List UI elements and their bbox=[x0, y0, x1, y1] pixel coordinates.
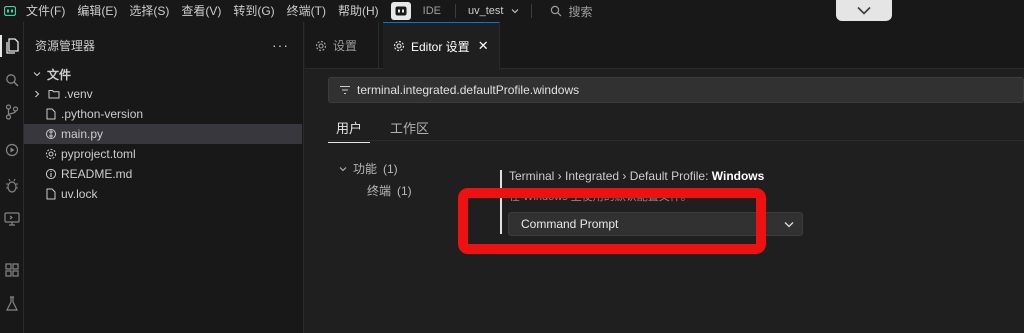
tree-item-pyproject[interactable]: pyproject.toml bbox=[24, 144, 302, 164]
tree-item-label: .venv bbox=[64, 87, 93, 101]
separator bbox=[531, 4, 533, 18]
tree-item-readme[interactable]: README.md bbox=[24, 164, 302, 184]
close-icon[interactable]: ✕ bbox=[478, 38, 489, 54]
menu-edit[interactable]: 编辑(E) bbox=[71, 0, 123, 22]
tab-editor-settings[interactable]: Editor 设置 ✕ bbox=[383, 22, 500, 69]
workspace-root-label: 文件 bbox=[47, 67, 72, 82]
tab-label: Editor 设置 bbox=[411, 39, 470, 54]
tree-item-label: pyproject.toml bbox=[61, 147, 136, 161]
menu-file[interactable]: 文件(F) bbox=[20, 0, 71, 22]
tree-item-label: .python-version bbox=[61, 107, 144, 121]
setting-title-name: Windows bbox=[711, 169, 765, 183]
explorer-header: 资源管理器 ··· bbox=[24, 22, 303, 68]
setting-title: Terminal › Integrated › Default Profile:… bbox=[509, 169, 764, 183]
testing-flask-icon[interactable] bbox=[0, 293, 24, 315]
filter-icon bbox=[340, 85, 350, 95]
project-switcher[interactable]: uv_test bbox=[464, 5, 523, 17]
tree-item-main-py[interactable]: main.py bbox=[24, 124, 302, 144]
explorer-sidebar: 资源管理器 ··· 文件 .venv .python-version main.… bbox=[24, 22, 304, 333]
menu-help[interactable]: 帮助(H) bbox=[332, 0, 385, 22]
bug-icon[interactable] bbox=[0, 175, 24, 197]
search-placeholder: 搜索 bbox=[568, 4, 593, 19]
source-control-icon[interactable] bbox=[0, 101, 24, 123]
project-name: uv_test bbox=[468, 5, 504, 17]
tree-item-uv-lock[interactable]: uv.lock bbox=[24, 184, 302, 204]
tree-item-venv[interactable]: .venv bbox=[24, 84, 302, 104]
toc-label: 功能 bbox=[353, 162, 378, 176]
collapse-panel-button[interactable] bbox=[836, 0, 892, 21]
menu-go[interactable]: 转到(G) bbox=[227, 0, 280, 22]
tree-item-python-version[interactable]: .python-version bbox=[24, 104, 302, 124]
explorer-title: 资源管理器 bbox=[35, 38, 96, 53]
search-icon[interactable] bbox=[0, 69, 24, 91]
highlight-annotation bbox=[458, 188, 766, 254]
tree-item-label: main.py bbox=[61, 127, 104, 141]
extensions-icon[interactable] bbox=[0, 259, 24, 281]
chevron-down-icon bbox=[512, 9, 519, 14]
toc-count: (1) bbox=[383, 161, 398, 176]
chevron-down-icon bbox=[784, 221, 794, 227]
more-actions-icon[interactable]: ··· bbox=[272, 37, 289, 53]
activity-bar bbox=[0, 22, 24, 333]
settings-search-input[interactable]: terminal.integrated.defaultProfile.windo… bbox=[328, 77, 1024, 103]
menu-terminal[interactable]: 终端(T) bbox=[281, 0, 332, 22]
toc-item-features[interactable]: 功能 (1) bbox=[339, 160, 398, 177]
info-file-icon bbox=[44, 168, 58, 180]
ide-mode-icon[interactable] bbox=[390, 2, 411, 20]
gear-icon bbox=[393, 40, 405, 52]
menu-bar: 文件(F) 编辑(E) 选择(S) 查看(V) 转到(G) 终端(T) 帮助(H… bbox=[20, 0, 385, 22]
file-icon bbox=[44, 188, 58, 200]
app-logo-icon bbox=[0, 0, 20, 22]
tree-item-label: README.md bbox=[61, 167, 133, 181]
run-debug-icon[interactable] bbox=[0, 139, 24, 161]
chevron-down-icon bbox=[857, 6, 871, 15]
ide-mode-label[interactable]: IDE bbox=[417, 0, 447, 22]
menu-view[interactable]: 查看(V) bbox=[175, 0, 227, 22]
search-icon bbox=[551, 5, 562, 17]
settings-search-value: terminal.integrated.defaultProfile.windo… bbox=[357, 83, 580, 97]
chevron-right-icon bbox=[30, 90, 44, 98]
remote-explorer-icon[interactable] bbox=[0, 208, 24, 230]
tab-label: 设置 bbox=[333, 39, 358, 53]
editor-tabs: 设置 Editor 设置 ✕ bbox=[305, 22, 1024, 69]
toc-label: 终端 bbox=[367, 184, 392, 198]
chevron-down-icon bbox=[30, 71, 44, 77]
explorer-icon[interactable] bbox=[0, 35, 24, 57]
setting-title-prefix: Terminal › Integrated › Default Profile: bbox=[509, 169, 712, 183]
workspace-root[interactable]: 文件 bbox=[24, 64, 302, 84]
tab-settings[interactable]: 设置 bbox=[305, 22, 379, 69]
toc-item-terminal[interactable]: 终端 (1) bbox=[367, 182, 412, 199]
folder-icon bbox=[47, 89, 61, 99]
menu-selection[interactable]: 选择(S) bbox=[123, 0, 175, 22]
tree-item-label: uv.lock bbox=[61, 187, 98, 201]
command-search[interactable]: 搜索 bbox=[550, 3, 592, 20]
toc-count: (1) bbox=[397, 183, 412, 198]
divider bbox=[328, 140, 1024, 141]
gear-icon bbox=[315, 40, 327, 51]
editor-area: 设置 Editor 设置 ✕ terminal.integrated.defau… bbox=[305, 22, 1024, 333]
file-icon bbox=[44, 108, 58, 120]
separator bbox=[455, 4, 456, 18]
python-file-icon bbox=[44, 128, 58, 140]
chevron-down-icon bbox=[339, 166, 347, 171]
settings-file-icon bbox=[44, 148, 58, 160]
